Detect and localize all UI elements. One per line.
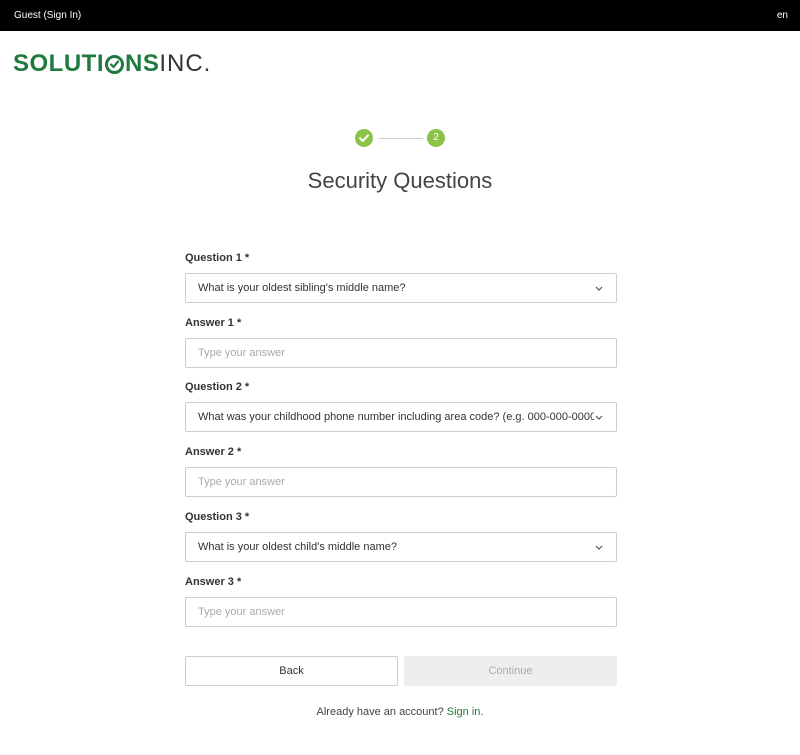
- question-1-select[interactable]: What is your oldest sibling's middle nam…: [185, 273, 617, 303]
- back-button[interactable]: Back: [185, 656, 398, 686]
- chevron-down-icon: [594, 542, 604, 552]
- question-1-label: Question 1 *: [185, 252, 250, 264]
- progress-stepper: 2: [355, 129, 445, 147]
- chevron-down-icon: [594, 412, 604, 422]
- sign-in-prompt-text: Already have an account?: [316, 706, 447, 718]
- step-1-complete-check-icon: [355, 129, 373, 147]
- answer-3-label: Answer 3 *: [185, 576, 242, 588]
- answer-2-label: Answer 2 *: [185, 446, 242, 458]
- answer-2-input[interactable]: [185, 467, 617, 497]
- answer-1-label: Answer 1 *: [185, 317, 242, 329]
- sign-in-prompt: Already have an account? Sign in.: [0, 706, 800, 718]
- question-2-value: What was your childhood phone number inc…: [198, 411, 594, 423]
- step-connector: [379, 138, 423, 139]
- question-1-value: What is your oldest sibling's middle nam…: [198, 282, 406, 294]
- chevron-down-icon: [594, 283, 604, 293]
- question-2-select[interactable]: What was your childhood phone number inc…: [185, 402, 617, 432]
- logo-text-light: INC.: [159, 50, 212, 77]
- logo-text-bold-2: NS: [125, 50, 160, 77]
- question-3-value: What is your oldest child's middle name?: [198, 541, 397, 553]
- question-3-label: Question 3 *: [185, 511, 250, 523]
- logo-text-bold-1: SOLUTI: [13, 50, 104, 77]
- language-selector[interactable]: en: [777, 10, 788, 21]
- sign-in-trailing-period: .: [480, 706, 484, 718]
- answer-1-input[interactable]: [185, 338, 617, 368]
- company-logo: SOLUTI NS INC.: [13, 50, 211, 78]
- question-2-label: Question 2 *: [185, 381, 250, 393]
- sign-in-link[interactable]: Sign in: [447, 706, 481, 718]
- page-title: Security Questions: [307, 168, 493, 193]
- step-2-indicator: 2: [427, 129, 445, 147]
- top-bar: Guest (Sign In) en: [0, 0, 800, 31]
- question-3-select[interactable]: What is your oldest child's middle name?: [185, 532, 617, 562]
- logo-check-icon: [105, 54, 124, 74]
- continue-button: Continue: [404, 656, 617, 686]
- answer-3-input[interactable]: [185, 597, 617, 627]
- guest-sign-in-link[interactable]: Guest (Sign In): [14, 10, 81, 21]
